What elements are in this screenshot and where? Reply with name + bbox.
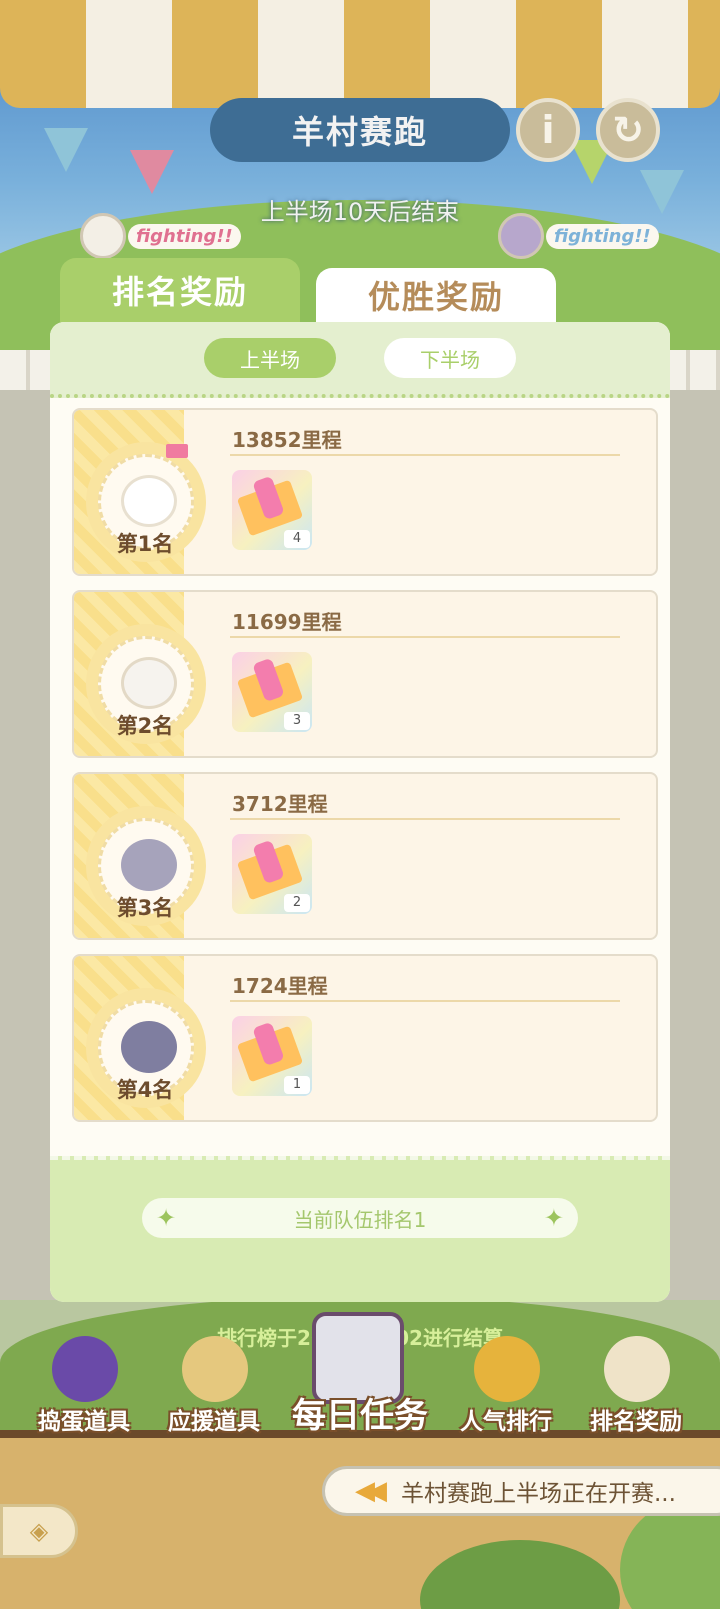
segment-second-half[interactable]: 下半场 — [384, 338, 516, 378]
rank-label: 第2名 — [116, 714, 174, 738]
tab-winner-rewards[interactable]: 优胜奖励 — [316, 268, 556, 322]
fighting-text: fighting!! — [546, 223, 659, 249]
game-title: 羊村赛跑 — [210, 98, 510, 162]
nav-support-items[interactable]: 应援道具 — [154, 1336, 274, 1440]
ticket-icon — [236, 843, 304, 901]
support-sticks-icon — [182, 1336, 248, 1402]
ticket-reward[interactable]: 4 — [232, 470, 312, 550]
rank-label: 第1名 — [116, 532, 174, 556]
trophy-icon — [474, 1336, 540, 1402]
half-selector: 上半场 下半场 — [50, 322, 670, 398]
ticket-reward[interactable]: 2 — [232, 834, 312, 914]
fighting-badge-right: fighting!! — [498, 213, 659, 259]
grey-wolf-cub-avatar — [121, 839, 177, 891]
mileage-value: 11699里程 — [232, 610, 342, 634]
ticket-icon — [236, 661, 304, 719]
rewind-icon: ◀◀ — [355, 1476, 387, 1506]
ticket-reward[interactable]: 3 — [232, 652, 312, 732]
pennant-flag — [130, 150, 174, 194]
divider — [230, 818, 620, 820]
sparkle-icon: ✦ — [156, 1204, 177, 1232]
prank-items-icon — [52, 1336, 118, 1402]
white-sheep-avatar — [121, 475, 177, 527]
grey-wolf-avatar — [121, 1021, 177, 1073]
nav-label: 排名奖励 — [590, 1409, 682, 1435]
ticker-text: 羊村赛跑上半场正在开赛... — [401, 1481, 676, 1507]
nav-label: 应援道具 — [168, 1409, 260, 1435]
back-button[interactable]: ◈ — [0, 1504, 78, 1558]
ticket-icon — [236, 1025, 304, 1083]
ticket-reward[interactable]: 1 — [232, 1016, 312, 1096]
mileage-value: 1724里程 — [232, 974, 328, 998]
nav-daily-tasks[interactable]: 每日任务 — [282, 1312, 438, 1442]
sheep-face-icon — [80, 213, 126, 259]
segment-first-half[interactable]: 上半场 — [204, 338, 336, 378]
reward-quantity: 4 — [284, 530, 310, 548]
nav-label: 捣蛋道具 — [38, 1409, 130, 1435]
diamond-arrow-icon: ◈ — [29, 1517, 49, 1545]
egg-icon — [604, 1336, 670, 1402]
fighting-badge-left: fighting!! — [80, 213, 241, 259]
ticket-icon — [236, 479, 304, 537]
team-rank-pill: ✦ 当前队伍排名1 ✦ — [142, 1198, 578, 1238]
reward-quantity: 1 — [284, 1076, 310, 1094]
mileage-value: 3712里程 — [232, 792, 328, 816]
rank-card: 第2名 11699里程 3 — [72, 590, 658, 758]
nav-rank-rewards[interactable]: 排名奖励 — [576, 1336, 696, 1440]
rank-card: 第4名 1724里程 1 — [72, 954, 658, 1122]
fighting-text: fighting!! — [128, 223, 241, 249]
announcement-ticker[interactable]: ◀◀ 羊村赛跑上半场正在开赛... — [322, 1466, 720, 1516]
rank-card: 第1名 13852里程 4 — [72, 408, 658, 576]
team-rank-text: 当前队伍排名1 — [293, 1207, 427, 1232]
flag-icon — [166, 444, 188, 458]
elder-sheep-avatar — [121, 657, 177, 709]
nav-label: 人气排行 — [460, 1409, 552, 1435]
refresh-icon[interactable]: ↻ — [596, 98, 660, 162]
nav-popularity[interactable]: 人气排行 — [446, 1336, 566, 1440]
pennant-flag — [44, 128, 88, 172]
rank-card: 第3名 3712里程 2 — [72, 772, 658, 940]
mileage-value: 13852里程 — [232, 428, 342, 452]
wolf-face-icon — [498, 213, 544, 259]
divider — [230, 636, 620, 638]
nav-prank-items[interactable]: 捣蛋道具 — [24, 1336, 144, 1440]
striped-awning — [0, 0, 720, 108]
tab-rank-rewards[interactable]: 排名奖励 — [60, 258, 300, 322]
rank-label: 第3名 — [116, 896, 174, 920]
reward-quantity: 2 — [284, 894, 310, 912]
nav-label: 每日任务 — [292, 1396, 428, 1436]
reward-quantity: 3 — [284, 712, 310, 730]
team-rank-footer: ✦ 当前队伍排名1 ✦ — [50, 1156, 670, 1302]
rank-label: 第4名 — [116, 1078, 174, 1102]
divider — [230, 454, 620, 456]
info-icon[interactable]: i — [516, 98, 580, 162]
divider — [230, 1000, 620, 1002]
rewards-panel: 上半场 下半场 第1名 13852里程 4 第2名 11699里程 3 第3名 … — [50, 322, 670, 1302]
sparkle-icon: ✦ — [543, 1204, 564, 1232]
